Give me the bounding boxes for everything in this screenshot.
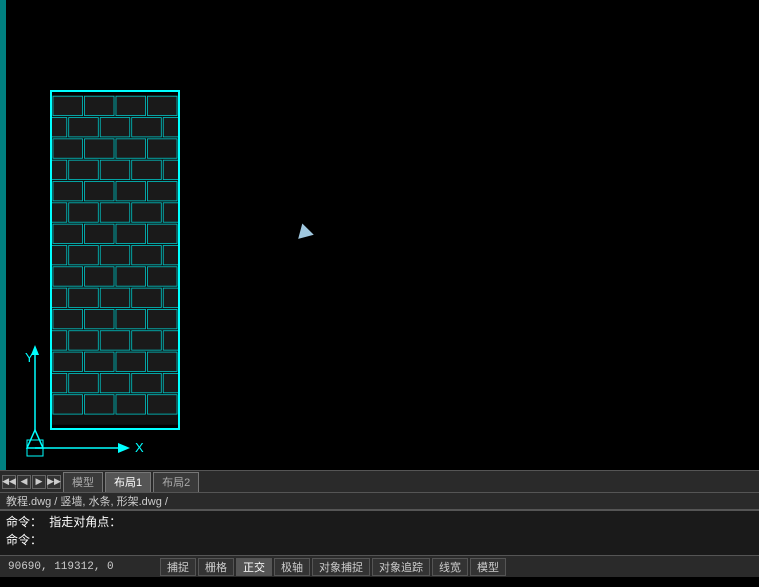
command-line-1: 命令： 指走对角点： — [6, 514, 753, 532]
tab-nav-first[interactable]: ◀◀ — [2, 475, 16, 489]
svg-text:Y: Y — [25, 350, 34, 365]
svg-text:X: X — [135, 440, 144, 455]
tab-layout1[interactable]: 布局1 — [105, 472, 151, 492]
tab-navigation: ◀◀ ◀ ▶ ▶▶ — [0, 475, 61, 489]
coordinates-display: 90690, 119312, 0 — [0, 561, 160, 573]
polar-button[interactable]: 极轴 — [274, 558, 310, 576]
osnap-button[interactable]: 对象捕捉 — [312, 558, 370, 576]
cad-viewport: Y X — [0, 0, 759, 470]
tab-model[interactable]: 模型 — [63, 472, 103, 492]
otrack-button[interactable]: 对象追踪 — [372, 558, 430, 576]
ortho-button[interactable]: 正交 — [236, 558, 272, 576]
cad-cursor — [298, 223, 316, 242]
model-button[interactable]: 模型 — [470, 558, 506, 576]
breadcrumb-text: 教程.dwg / 竖墙, 水条, 形架.dwg / — [6, 493, 168, 509]
tab-layout2[interactable]: 布局2 — [153, 472, 199, 492]
tab-bar: ◀◀ ◀ ▶ ▶▶ 模型 布局1 布局2 — [0, 470, 759, 492]
snap-button[interactable]: 捕捉 — [160, 558, 196, 576]
tab-nav-next[interactable]: ▶ — [32, 475, 46, 489]
command-area[interactable]: 命令： 指走对角点： 命令： — [0, 510, 759, 555]
status-bar: 90690, 119312, 0 捕捉 栅格 正交 极轴 对象捕捉 对象追踪 线… — [0, 555, 759, 577]
grid-button[interactable]: 栅格 — [198, 558, 234, 576]
axis-indicator: Y X — [5, 340, 175, 460]
status-buttons: 捕捉 栅格 正交 极轴 对象捕捉 对象追踪 线宽 模型 — [160, 558, 508, 576]
tab-nav-last[interactable]: ▶▶ — [47, 475, 61, 489]
lineweight-button[interactable]: 线宽 — [432, 558, 468, 576]
breadcrumb-bar: 教程.dwg / 竖墙, 水条, 形架.dwg / — [0, 492, 759, 510]
command-line-2: 命令： — [6, 532, 753, 550]
tab-nav-prev[interactable]: ◀ — [17, 475, 31, 489]
